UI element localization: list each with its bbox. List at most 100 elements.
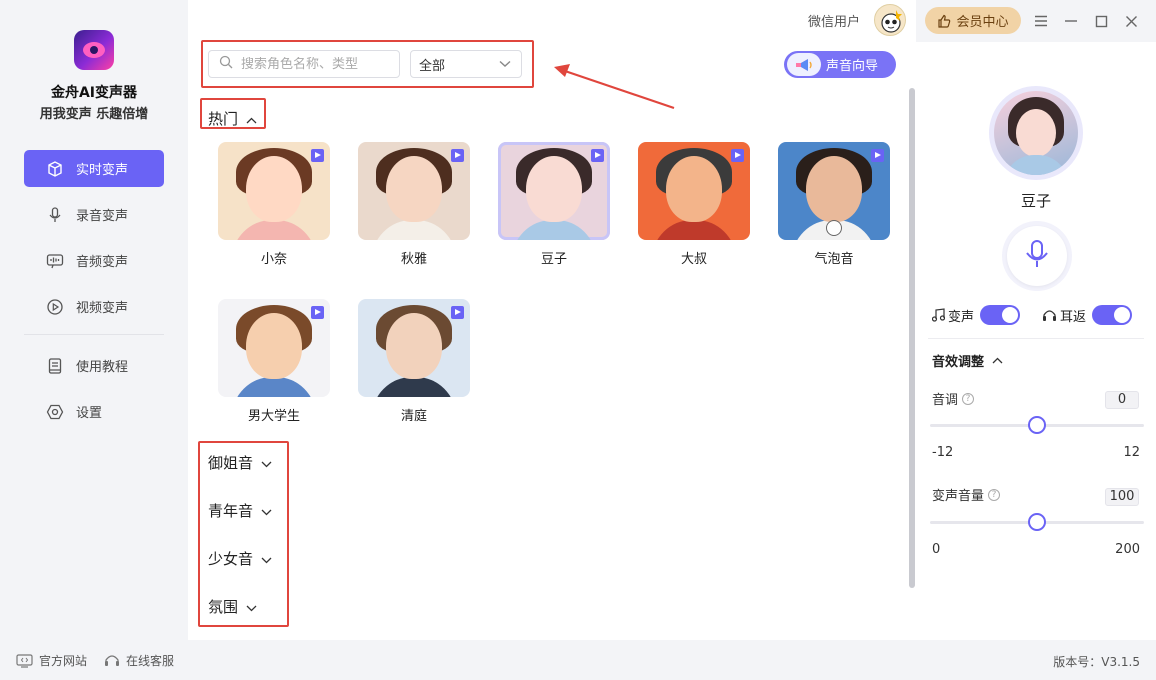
voice-card[interactable]: 男大学生 (218, 299, 330, 424)
chevron-down-icon (499, 57, 511, 72)
help-icon[interactable]: ? (962, 392, 975, 405)
volume-value[interactable]: 100 (1105, 488, 1139, 506)
book-icon (46, 357, 64, 375)
search-icon (219, 55, 233, 73)
sidebar-item-audio[interactable]: 音频变声 (24, 242, 164, 279)
user-name[interactable]: 微信用户 (808, 11, 860, 30)
voice-avatar (218, 142, 330, 240)
voice-avatar (498, 142, 610, 240)
footer: 官方网站 在线客服 版本号：V3.1.5 (0, 640, 1156, 680)
chevron-down-icon (246, 598, 257, 616)
microphone-icon (46, 206, 64, 224)
volume-label-row: 变声音量 ? (932, 485, 1001, 504)
online-support-label: 在线客服 (126, 654, 175, 668)
selected-voice-name: 豆子 (1020, 192, 1051, 210)
help-icon[interactable]: ? (988, 488, 1001, 501)
search-input[interactable] (241, 56, 391, 72)
chevron-down-icon (261, 454, 272, 472)
online-support-link[interactable]: 在线客服 (104, 652, 174, 669)
music-note-icon (932, 308, 945, 322)
official-site-link[interactable]: 官方网站 (16, 652, 87, 669)
voice-card[interactable]: 大叔 (638, 142, 750, 267)
effects-title: 音效调整 (932, 355, 985, 370)
pitch-slider[interactable] (930, 416, 1144, 434)
video-play-icon (46, 298, 64, 316)
category-qingnian[interactable]: 青年音 (208, 500, 272, 548)
effects-section-header[interactable]: 音效调整 (932, 351, 1003, 370)
voice-name: 秋雅 (400, 252, 427, 267)
category-label: 少女音 (208, 550, 254, 568)
voice-guide-button[interactable]: 声音向导 (784, 51, 896, 78)
category-shaonv[interactable]: 少女音 (208, 548, 272, 596)
category-fenwei[interactable]: 氛围 (208, 596, 272, 644)
hexagon-settings-icon (46, 403, 64, 421)
pitch-value[interactable]: 0 (1105, 391, 1139, 409)
chevron-down-icon (261, 550, 272, 568)
download-icon[interactable] (826, 220, 842, 236)
voice-avatar (778, 142, 890, 240)
play-preview-icon[interactable] (731, 149, 744, 162)
version-text: 版本号：V3.1.5 (1053, 655, 1140, 669)
category-label: 氛围 (208, 598, 239, 616)
voice-change-toggle[interactable] (980, 305, 1021, 325)
play-preview-icon[interactable] (311, 306, 324, 319)
app-name: 金舟AI变声器 (50, 85, 138, 101)
volume-slider[interactable] (930, 513, 1144, 531)
ear-return-label: 耳返 (1060, 309, 1087, 325)
play-preview-icon[interactable] (591, 149, 604, 162)
voice-change-toggle-row: 变声 (932, 305, 1021, 325)
voice-avatar (358, 142, 470, 240)
voice-card[interactable]: 气泡音 (778, 142, 890, 267)
pitch-min: -12 (932, 445, 954, 460)
voice-name: 气泡音 (814, 252, 854, 267)
main-panel: 全部 声音向导 热门 小奈 秋雅 豆子 大叔 气泡音男大学生 清庭 御姐音 青年音 (188, 0, 916, 640)
voice-avatar (638, 142, 750, 240)
megaphone-icon (787, 53, 821, 76)
scrollbar[interactable] (909, 88, 915, 588)
voice-change-label: 变声 (948, 309, 975, 325)
category-yujie[interactable]: 御姐音 (208, 452, 272, 500)
chevron-up-icon (246, 110, 257, 128)
play-preview-icon[interactable] (451, 149, 464, 162)
microphone-icon (1024, 239, 1050, 273)
voice-avatar (358, 299, 470, 397)
official-site-label: 官方网站 (39, 654, 88, 668)
sidebar-item-label: 使用教程 (76, 360, 129, 375)
app-logo (74, 30, 114, 70)
hot-section-header[interactable]: 热门 (208, 108, 257, 129)
pitch-slider-thumb[interactable] (1028, 416, 1046, 434)
sidebar: 金舟AI变声器 用我变声 乐趣倍增 实时变声 录音变声 音频变声 视频变声 使用… (0, 0, 188, 640)
type-filter-select[interactable]: 全部 (410, 50, 522, 78)
voice-card[interactable]: 豆子 (498, 142, 610, 267)
play-preview-icon[interactable] (311, 149, 324, 162)
sidebar-item-record[interactable]: 录音变声 (24, 196, 164, 233)
pitch-label: 音调 (932, 393, 959, 408)
sidebar-item-tutorial[interactable]: 使用教程 (24, 347, 164, 384)
category-list: 御姐音 青年音 少女音 氛围 (208, 452, 272, 644)
voice-card[interactable]: 小奈 (218, 142, 330, 267)
hot-section-title: 热门 (208, 110, 239, 128)
voice-guide-label: 声音向导 (826, 59, 879, 74)
sidebar-item-label: 音频变声 (76, 255, 129, 270)
sidebar-item-realtime[interactable]: 实时变声 (24, 150, 164, 187)
play-preview-icon[interactable] (871, 149, 884, 162)
voice-card[interactable]: 秋雅 (358, 142, 470, 267)
sidebar-item-video[interactable]: 视频变声 (24, 288, 164, 325)
sidebar-item-label: 设置 (76, 406, 103, 421)
sidebar-item-settings[interactable]: 设置 (24, 393, 164, 430)
voice-card[interactable]: 清庭 (358, 299, 470, 424)
volume-slider-thumb[interactable] (1028, 513, 1046, 531)
sidebar-item-label: 录音变声 (76, 209, 129, 224)
play-preview-icon[interactable] (451, 306, 464, 319)
user-avatar[interactable] (874, 4, 906, 36)
category-label: 御姐音 (208, 454, 254, 472)
volume-max: 200 (1115, 542, 1140, 557)
record-mic-button[interactable] (1002, 221, 1072, 291)
pitch-label-row: 音调 ? (932, 389, 975, 408)
ear-return-toggle[interactable] (1092, 305, 1133, 325)
voice-name: 豆子 (540, 252, 567, 267)
sidebar-item-label: 实时变声 (76, 163, 129, 178)
annotation-arrow (554, 64, 675, 110)
ear-return-toggle-row: 耳返 (1042, 305, 1133, 325)
search-box[interactable] (208, 50, 400, 78)
